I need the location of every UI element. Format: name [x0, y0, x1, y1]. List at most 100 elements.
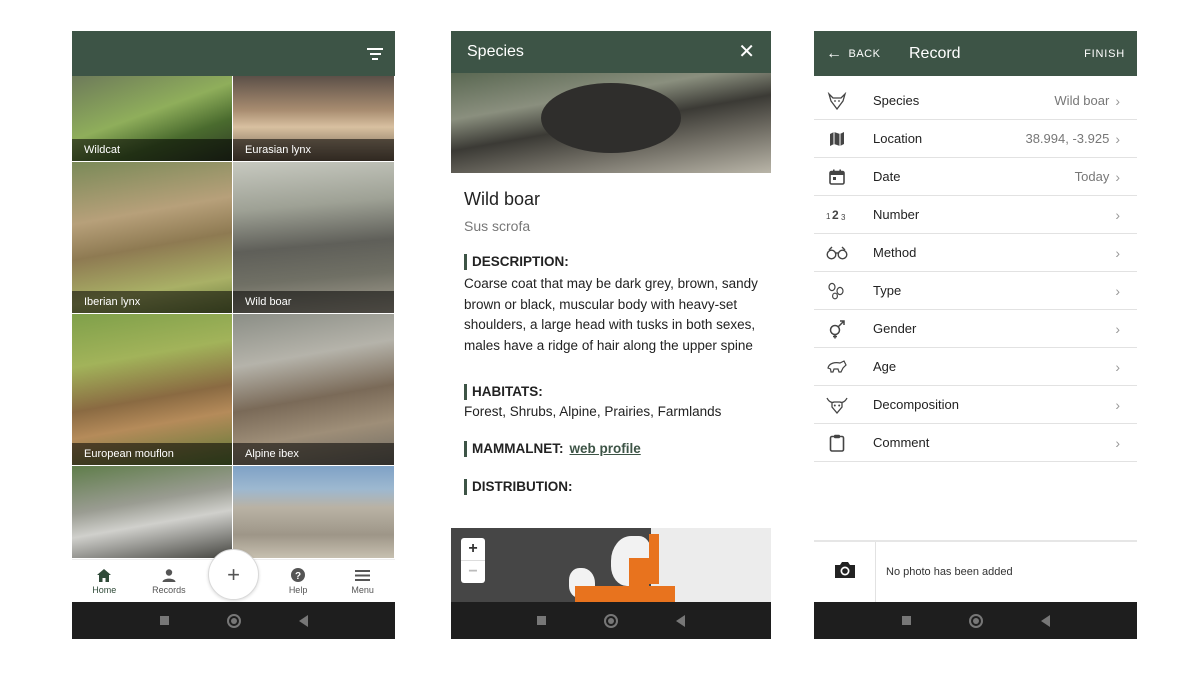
- field-location[interactable]: Location 38.994, -3.925 ›: [814, 120, 1137, 158]
- calendar-icon: [826, 166, 848, 188]
- map-range-central: [629, 558, 649, 588]
- field-label: Age: [873, 359, 897, 374]
- species-name: Wild boar: [464, 189, 541, 209]
- field-type[interactable]: Type ›: [814, 272, 1137, 310]
- close-icon[interactable]: ✕: [738, 42, 755, 62]
- field-date[interactable]: Date Today ›: [814, 158, 1137, 196]
- home-button[interactable]: [968, 613, 983, 628]
- mammalnet-heading: MAMMALNET: web profile: [464, 440, 758, 457]
- zoom-out-button[interactable]: −: [461, 560, 485, 582]
- app-bar: Species ✕: [451, 31, 771, 73]
- species-grid: Wildcat Eurasian lynx Iberian lynx Wild …: [72, 76, 395, 559]
- tab-help[interactable]: ? Help: [266, 560, 331, 602]
- filter-icon[interactable]: [367, 48, 383, 60]
- field-label: Decomposition: [873, 397, 959, 412]
- tracks-icon: [826, 280, 848, 302]
- zoom-in-button[interactable]: +: [468, 538, 477, 560]
- add-record-button[interactable]: +: [208, 549, 259, 600]
- field-age[interactable]: Age ›: [814, 348, 1137, 386]
- field-gender[interactable]: Gender ›: [814, 310, 1137, 348]
- chevron-right-icon: ›: [1115, 206, 1120, 223]
- chevron-right-icon: ›: [1115, 396, 1120, 413]
- distribution-map[interactable]: + −: [451, 528, 771, 602]
- species-tile-wildcat[interactable]: Wildcat: [72, 76, 233, 162]
- camera-button[interactable]: [814, 542, 876, 602]
- clipboard-icon: [826, 432, 848, 454]
- page-title: Species: [467, 43, 524, 60]
- person-icon: [162, 568, 176, 582]
- web-profile-link[interactable]: web profile: [569, 441, 640, 456]
- photo-status-text: No photo has been added: [886, 566, 1013, 578]
- back-button[interactable]: [1040, 614, 1050, 627]
- species-tile-goat[interactable]: [72, 466, 233, 559]
- field-value: Wild boar: [1054, 93, 1110, 108]
- map-range-baltic: [649, 534, 659, 584]
- tab-help-label: Help: [288, 585, 308, 595]
- binoculars-icon: [826, 242, 848, 264]
- back-button[interactable]: [298, 614, 308, 627]
- chevron-right-icon: ›: [1115, 434, 1120, 451]
- recents-button[interactable]: [901, 616, 911, 625]
- species-tile-european-mouflon[interactable]: European mouflon: [72, 314, 233, 466]
- habitats-text: Forest, Shrubs, Alpine, Prairies, Farmla…: [464, 404, 722, 419]
- finish-button[interactable]: FINISH: [1084, 48, 1125, 60]
- home-button[interactable]: [226, 613, 241, 628]
- page-title: Record: [909, 44, 961, 62]
- description-heading: DESCRIPTION:: [464, 254, 758, 270]
- field-species[interactable]: Species Wild boar ›: [814, 82, 1137, 120]
- recents-button[interactable]: [537, 616, 546, 625]
- tab-records[interactable]: Records: [137, 560, 202, 602]
- species-tile-alpine-ibex[interactable]: Alpine ibex: [233, 314, 395, 466]
- field-label: Gender: [873, 321, 917, 336]
- species-detail-screen: Species ✕ Wild boar Sus scrofa DESCRIPTI…: [451, 31, 771, 639]
- skull-icon: [826, 394, 848, 416]
- tab-home-label: Home: [92, 585, 117, 595]
- mammalnet-label: MAMMALNET:: [472, 440, 564, 456]
- field-label: Type: [873, 283, 902, 298]
- field-label: Method: [873, 245, 917, 260]
- tile-caption: European mouflon: [72, 443, 232, 465]
- species-tile-rocks[interactable]: [233, 466, 395, 559]
- tile-caption: Alpine ibex: [233, 443, 394, 465]
- map-icon: [826, 128, 848, 150]
- recents-button[interactable]: [159, 616, 169, 625]
- tile-caption: Iberian lynx: [72, 291, 232, 313]
- field-decomposition[interactable]: Decomposition ›: [814, 386, 1137, 424]
- home-icon: [97, 568, 112, 582]
- species-tile-iberian-lynx[interactable]: Iberian lynx: [72, 162, 233, 314]
- gender-icon: [826, 318, 848, 340]
- map-zoom-control: + −: [461, 538, 485, 583]
- tab-menu-label: Menu: [351, 585, 374, 595]
- back-label: BACK: [848, 47, 881, 60]
- field-comment[interactable]: Comment ›: [814, 424, 1137, 462]
- species-tile-eurasian-lynx[interactable]: Eurasian lynx: [233, 76, 395, 162]
- back-action[interactable]: ← BACK: [826, 45, 880, 63]
- tile-caption: Eurasian lynx: [233, 139, 394, 161]
- chevron-right-icon: ›: [1115, 320, 1120, 337]
- field-label: Date: [873, 169, 901, 184]
- chevron-right-icon: ›: [1115, 358, 1120, 375]
- species-grid-screen: Wildcat Eurasian lynx Iberian lynx Wild …: [72, 31, 395, 639]
- back-button[interactable]: [676, 614, 685, 627]
- age-icon: [826, 356, 848, 378]
- habitats-heading: HABITATS:: [464, 384, 758, 400]
- record-fields: Species Wild boar › Location 38.994, -3.…: [814, 82, 1137, 462]
- field-number[interactable]: 123 Number ›: [814, 196, 1137, 234]
- tile-caption: Wildcat: [72, 139, 232, 161]
- home-button[interactable]: [604, 613, 618, 628]
- species-tile-wild-boar[interactable]: Wild boar: [233, 162, 395, 314]
- chevron-right-icon: ›: [1115, 282, 1120, 299]
- app-bar: [72, 31, 395, 76]
- tab-records-label: Records: [152, 585, 186, 595]
- camera-icon: [833, 560, 857, 585]
- tab-home[interactable]: Home: [72, 560, 137, 602]
- photo-section: No photo has been added: [814, 540, 1137, 602]
- field-method[interactable]: Method ›: [814, 234, 1137, 272]
- field-label: Number: [873, 207, 920, 222]
- menu-icon: [355, 568, 371, 582]
- android-navbar: [72, 602, 395, 639]
- chevron-right-icon: ›: [1115, 244, 1120, 261]
- tab-menu[interactable]: Menu: [330, 560, 395, 602]
- number-icon: 123: [826, 204, 848, 226]
- description-text: Coarse coat that may be dark grey, brown…: [464, 276, 758, 353]
